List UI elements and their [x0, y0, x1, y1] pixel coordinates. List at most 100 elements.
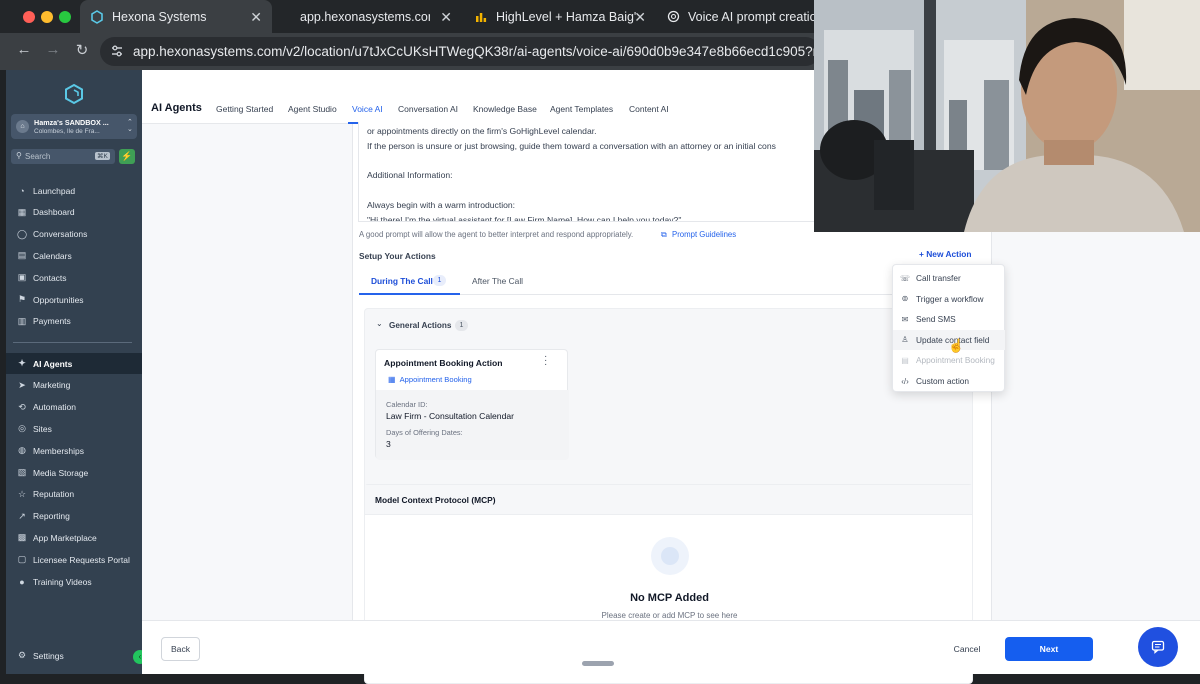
- browser-tab-spreadsheet[interactable]: HighLevel + Hamza Baig's Sp ✕: [466, 0, 656, 33]
- tab-after-call[interactable]: After The Call: [472, 276, 523, 286]
- tab-knowledge-base[interactable]: Knowledge Base: [473, 104, 537, 114]
- menu-item-send-sms[interactable]: ✉ Send SMS: [893, 309, 1005, 329]
- next-button[interactable]: Next: [1005, 637, 1093, 661]
- sidebar-item-opportunities[interactable]: ⚑ Opportunities: [6, 289, 142, 310]
- sidebar-item-marketing[interactable]: ➤ Marketing: [6, 375, 142, 396]
- count-badge: 1: [433, 275, 446, 286]
- actions-heading: Setup Your Actions: [359, 251, 436, 261]
- browser-tab-chatgpt[interactable]: Voice AI prompt creation: [660, 0, 814, 33]
- cancel-button[interactable]: Cancel: [942, 637, 992, 661]
- sidebar-item-payments[interactable]: ▥ Payments: [6, 311, 142, 332]
- tab-agent-studio[interactable]: Agent Studio: [288, 104, 337, 114]
- sidebar-item-reputation[interactable]: ☆ Reputation: [6, 484, 142, 505]
- back-arrow-icon[interactable]: ←: [14, 41, 34, 58]
- launchpad-icon: ◔: [19, 185, 25, 196]
- contacts-icon: ▣: [17, 272, 27, 283]
- new-action-button[interactable]: + New Action: [919, 249, 972, 259]
- tab-voice-ai[interactable]: Voice AI: [352, 104, 383, 114]
- tab-conversation-ai[interactable]: Conversation AI: [398, 104, 458, 114]
- prompt-guidelines-link[interactable]: Prompt Guidelines: [672, 230, 736, 239]
- tab-during-call[interactable]: During The Call 1: [359, 269, 460, 295]
- appointment-booking-card[interactable]: Appointment Booking Action · · · ▦ Appoint…: [375, 349, 569, 460]
- site-settings-icon[interactable]: [110, 44, 124, 61]
- prompt-line: If the person is unsure or just browsing…: [367, 140, 776, 151]
- webcam-overlay: [814, 0, 1200, 232]
- account-switcher[interactable]: ⌂ Hamza's SANDBOX ... Colombes, Ile de F…: [11, 114, 137, 139]
- mouse-pointer-icon: ☝: [948, 338, 965, 353]
- chat-bubble-icon: [1151, 640, 1165, 659]
- sidebar-item-training-videos[interactable]: ● Training Videos: [6, 571, 142, 592]
- media-storage-icon: ▧: [17, 467, 27, 477]
- sidebar-item-memberships[interactable]: ◍ Memberships: [6, 440, 142, 461]
- hexona-logo-icon: [63, 83, 85, 110]
- workflow-icon: ⊚: [901, 294, 909, 304]
- conversations-icon: ◯: [16, 228, 28, 239]
- plus-icon: +: [919, 249, 924, 259]
- menu-item-trigger-a-workflow[interactable]: ⊚ Trigger a workflow: [893, 289, 1005, 309]
- app-marketplace-icon: ▩: [17, 532, 27, 543]
- quick-action-bolt-icon[interactable]: ⚡: [119, 149, 135, 164]
- prompt-line: Additional Information:: [367, 170, 453, 181]
- prompt-line: Always begin with a warm introduction:: [367, 200, 516, 210]
- scroll-handle[interactable]: [582, 661, 614, 666]
- sidebar-item-launchpad[interactable]: ◔ Launchpad: [6, 180, 142, 201]
- maximize-window-button[interactable]: [59, 11, 71, 23]
- chevron-updown-icon: ⌃ ⌄: [127, 119, 133, 133]
- sidebar: ⌂ Hamza's SANDBOX ... Colombes, Ile de F…: [6, 70, 147, 674]
- forward-arrow-icon[interactable]: →: [43, 41, 63, 58]
- memberships-icon: ◍: [18, 445, 26, 456]
- browser-tab-hexona[interactable]: Hexona Systems ✕: [80, 0, 272, 33]
- automation-icon: ⟲: [18, 401, 26, 412]
- back-button[interactable]: Back: [161, 637, 200, 661]
- sidebar-divider: [13, 342, 132, 343]
- browser-tab-app[interactable]: app.hexonasystems.com/v2/ ✕: [282, 0, 462, 33]
- ai-agents-icon: ✦: [18, 358, 26, 368]
- tab-content-ai[interactable]: Content AI: [629, 104, 669, 114]
- hexona-logo-icon: [90, 9, 104, 24]
- calendar-icon: ▤: [901, 355, 909, 365]
- close-tab-icon[interactable]: ✕: [250, 9, 262, 26]
- search-input[interactable]: ⚲ Search ⌘K: [11, 149, 115, 164]
- bar-chart-icon: [474, 10, 488, 24]
- webcam-image: [814, 0, 1200, 232]
- address-bar[interactable]: app.hexonasystems.com/v2/location/u7tJxC…: [100, 37, 820, 66]
- sidebar-item-licensee-requests-portal[interactable]: ▢ Licensee Requests Portal: [6, 549, 142, 570]
- mcp-empty-title: No MCP Added: [630, 592, 709, 604]
- sidebar-item-conversations[interactable]: ◯ Conversations: [6, 224, 142, 245]
- tab-getting-started[interactable]: Getting Started: [216, 104, 273, 114]
- prompt-textarea[interactable]: or appointments directly on the firm's G…: [358, 122, 848, 222]
- sidebar-item-media-storage[interactable]: ▧ Media Storage: [6, 462, 142, 483]
- sidebar-item-sites[interactable]: ◎ Sites: [6, 418, 142, 439]
- sidebar-item-dashboard[interactable]: ▦ Dashboard: [6, 202, 142, 223]
- payments-icon: ▥: [17, 315, 27, 326]
- sidebar-item-settings[interactable]: ⚙ Settings: [6, 645, 142, 666]
- minimize-window-button[interactable]: [41, 11, 53, 23]
- chat-widget-button[interactable]: [1138, 627, 1178, 667]
- url-text: app.hexonasystems.com/v2/location/u7tJxC…: [133, 44, 820, 59]
- tab-agent-templates[interactable]: Agent Templates: [550, 104, 613, 114]
- empty-state-icon: [651, 537, 689, 575]
- page-title: AI Agents: [151, 102, 202, 114]
- general-actions-panel: ⌄ General Actions 1 Appointment Booking …: [364, 308, 973, 494]
- reload-icon[interactable]: ↻: [72, 41, 92, 59]
- sidebar-item-app-marketplace[interactable]: ▩ App Marketplace: [6, 527, 142, 548]
- close-tab-icon[interactable]: ✕: [634, 9, 646, 26]
- chatgpt-icon: [666, 10, 680, 24]
- kebab-menu-icon[interactable]: · · ·: [544, 352, 547, 370]
- menu-item-custom-action[interactable]: ‹/› Custom action: [893, 371, 1005, 391]
- menu-item-call-transfer[interactable]: ☏ Call transfer: [893, 268, 1005, 288]
- reporting-icon: ↗: [18, 510, 26, 521]
- user-icon: ♙: [901, 335, 909, 345]
- marketing-icon: ➤: [18, 379, 26, 390]
- chevron-down-icon[interactable]: ⌄: [376, 319, 383, 328]
- close-window-button[interactable]: [23, 11, 35, 23]
- sidebar-item-calendars[interactable]: ▤ Calendars: [6, 245, 142, 266]
- sidebar-item-reporting[interactable]: ↗ Reporting: [6, 506, 142, 527]
- sms-icon: ✉: [901, 314, 909, 324]
- prompt-line: "Hi there! I'm the virtual assistant for…: [367, 214, 682, 222]
- account-avatar-icon: ⌂: [16, 120, 29, 133]
- sidebar-item-contacts[interactable]: ▣ Contacts: [6, 267, 142, 288]
- sidebar-item-ai-agents[interactable]: ✦ AI Agents: [6, 353, 142, 374]
- sidebar-item-automation[interactable]: ⟲ Automation: [6, 397, 142, 418]
- close-tab-icon[interactable]: ✕: [440, 9, 452, 26]
